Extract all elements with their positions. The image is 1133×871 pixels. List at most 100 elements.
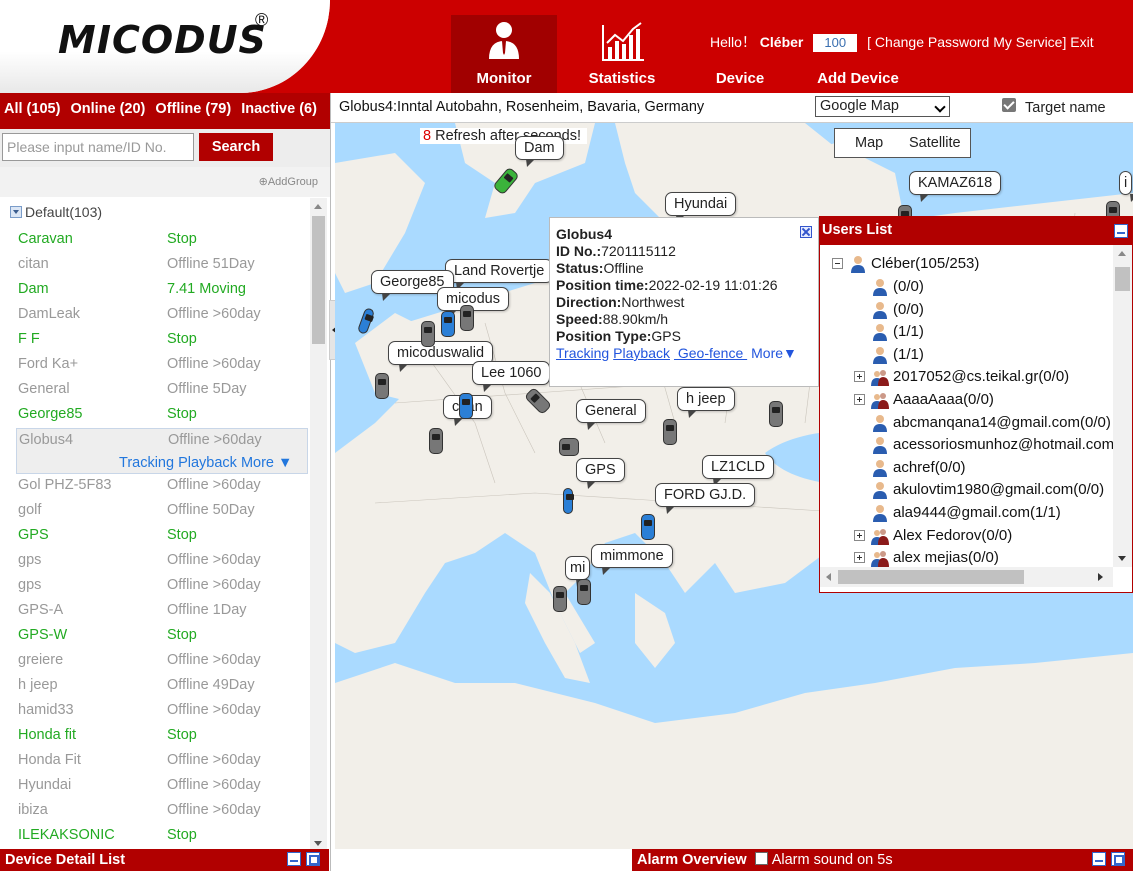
scroll-left-icon[interactable] <box>826 573 831 581</box>
vehicle-label[interactable]: General <box>576 399 646 430</box>
device-row[interactable]: George85 Stop <box>0 403 309 428</box>
device-row[interactable]: gps Offline >60day <box>0 574 309 599</box>
search-button[interactable]: Search <box>199 133 273 161</box>
tracking-link[interactable]: Tracking <box>556 345 609 361</box>
car-marker[interactable] <box>375 373 389 399</box>
geo-fence-link[interactable]: Geo-fence <box>674 345 747 361</box>
device-row[interactable]: Ford Ka+ Offline >60day <box>0 353 309 378</box>
scroll-up-icon[interactable] <box>1118 251 1126 256</box>
nav-add-device[interactable]: Add Device <box>810 15 906 93</box>
alarm-overview-bar[interactable]: Alarm Overview Alarm sound on 5s <box>632 849 1133 871</box>
scroll-down-icon[interactable] <box>1118 556 1126 561</box>
expand-icon[interactable] <box>854 552 865 564</box>
device-row[interactable]: Dam 7.41 Moving <box>0 278 309 303</box>
device-row[interactable]: GPS-W Stop <box>0 624 309 649</box>
satellite-button[interactable]: Satellite <box>909 135 961 151</box>
device-row[interactable]: GPS Stop <box>0 524 309 549</box>
car-marker[interactable] <box>429 428 443 454</box>
add-group-button[interactable]: ⊕AddGroup <box>259 175 318 188</box>
collapse-icon[interactable] <box>832 258 843 269</box>
close-icon[interactable] <box>800 226 812 238</box>
device-row[interactable]: h jeep Offline 49Day <box>0 674 309 699</box>
filter-all[interactable]: All (105) <box>4 101 60 117</box>
map-type-select[interactable]: Google Map <box>815 96 950 117</box>
expand-icon[interactable] <box>854 394 865 405</box>
device-row[interactable]: Caravan Stop <box>0 228 309 253</box>
change-password-link[interactable]: [ Change Password <box>867 34 989 50</box>
nav-statistics[interactable]: Statistics <box>574 15 670 93</box>
device-row[interactable]: DamLeak Offline >60day <box>0 303 309 328</box>
vehicle-label[interactable]: Dam <box>515 136 564 167</box>
car-marker[interactable] <box>441 311 455 337</box>
car-marker[interactable] <box>663 419 677 445</box>
scroll-thumb[interactable] <box>312 216 325 344</box>
search-input[interactable] <box>2 133 194 161</box>
more-link[interactable]: More▼ <box>751 345 797 361</box>
car-marker[interactable] <box>460 305 474 331</box>
minimize-icon[interactable] <box>1092 852 1106 866</box>
device-row[interactable]: gps Offline >60day <box>0 549 309 574</box>
device-detail-bar[interactable]: Device Detail List <box>0 849 329 871</box>
vehicle-label[interactable]: h jeep <box>677 387 735 418</box>
scroll-up-icon[interactable] <box>314 204 322 209</box>
exit-link[interactable]: Exit <box>1070 34 1093 50</box>
vehicle-label[interactable]: Lee 1060 <box>472 361 551 392</box>
vehicle-label[interactable]: GPS <box>576 458 625 489</box>
vehicle-label[interactable]: mimmone <box>591 544 673 575</box>
device-action-links[interactable]: Tracking Playback More ▼ <box>119 455 292 471</box>
camera-marker[interactable] <box>559 438 579 456</box>
maximize-icon[interactable] <box>306 852 320 866</box>
expand-icon[interactable] <box>854 529 865 541</box>
car-marker[interactable] <box>577 579 591 605</box>
collapse-icon[interactable] <box>10 206 22 218</box>
car-marker[interactable] <box>641 514 655 540</box>
maximize-icon[interactable] <box>1111 852 1125 866</box>
device-row[interactable]: hamid33 Offline >60day <box>0 699 309 724</box>
device-row[interactable]: Hyundai Offline >60day <box>0 774 309 799</box>
device-row[interactable]: Honda fit Stop <box>0 724 309 749</box>
car-marker[interactable] <box>459 393 473 419</box>
users-hscrollbar[interactable] <box>820 567 1113 587</box>
expand-icon[interactable] <box>854 371 865 383</box>
vehicle-label[interactable]: Hyundai <box>665 192 737 223</box>
target-name-checkbox[interactable] <box>1002 98 1016 112</box>
minimize-icon[interactable] <box>1114 224 1128 238</box>
users-vscrollbar[interactable] <box>1113 245 1132 567</box>
vehicle-label[interactable]: Land Rovertje <box>445 259 554 290</box>
vehicle-label[interactable]: LZ1CLD <box>702 455 774 486</box>
vehicle-label[interactable]: KAMAZ618 <box>909 171 1002 202</box>
scroll-right-icon[interactable] <box>1098 573 1103 581</box>
device-row[interactable]: GPS-A Offline 1Day <box>0 599 309 624</box>
device-row[interactable]: greiere Offline >60day <box>0 649 309 674</box>
device-row[interactable]: Globus4 Offline >60day Tracking Playback M… <box>16 428 308 474</box>
device-list-scrollbar[interactable] <box>310 198 327 850</box>
vehicle-label[interactable]: FORD GJ.D. <box>655 483 756 514</box>
car-marker[interactable] <box>421 321 435 347</box>
filter-inactive[interactable]: Inactive (6) <box>241 101 317 117</box>
my-service-link[interactable]: My Service] <box>993 34 1066 50</box>
alarm-sound-checkbox[interactable] <box>754 852 768 865</box>
filter-offline[interactable]: Offline (79) <box>155 101 231 117</box>
scroll-down-icon[interactable] <box>314 841 322 846</box>
vehicle-label[interactable]: mi <box>565 556 591 587</box>
filter-online[interactable]: Online (20) <box>70 101 145 117</box>
person-marker[interactable] <box>563 488 574 514</box>
device-row[interactable]: F F Stop <box>0 328 309 353</box>
device-row[interactable]: citan Offline 51Day <box>0 253 309 278</box>
car-marker[interactable] <box>553 586 567 612</box>
scroll-thumb[interactable] <box>1115 267 1130 291</box>
scroll-thumb[interactable] <box>838 570 1024 584</box>
device-row[interactable]: ibiza Offline >60day <box>0 799 309 824</box>
vehicle-label[interactable]: i <box>1119 171 1133 202</box>
playback-link[interactable]: Playback <box>613 345 670 361</box>
device-row[interactable]: General Offline 5Day <box>0 378 309 403</box>
map-button[interactable]: Map <box>855 135 883 151</box>
car-marker[interactable] <box>769 401 783 427</box>
device-row[interactable]: Gol PHZ-5F83 Offline >60day <box>0 474 309 499</box>
minimize-icon[interactable] <box>287 852 301 866</box>
device-row[interactable]: ILEKAKSONIC Stop <box>0 824 309 844</box>
group-row[interactable]: Default(103) <box>0 197 330 225</box>
device-row[interactable]: Honda Fit Offline >60day <box>0 749 309 774</box>
nav-device[interactable]: Device <box>700 15 780 93</box>
logo[interactable]: MICODUS <box>58 18 267 62</box>
